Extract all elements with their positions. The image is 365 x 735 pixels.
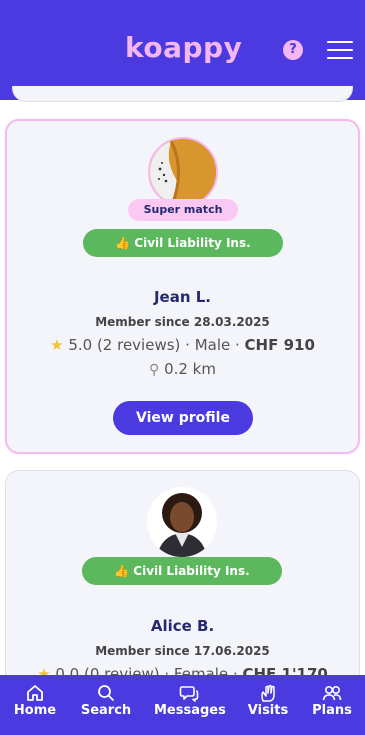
- home-icon: [0, 683, 70, 703]
- nav-messages[interactable]: Messages: [154, 675, 226, 735]
- insurance-badge: 👍 Civil Liability Ins.: [83, 229, 283, 257]
- nav-plans[interactable]: Plans: [297, 675, 365, 735]
- member-since: Member since 17.06.2025: [95, 644, 270, 658]
- thumbs-up-icon: 👍: [115, 236, 131, 250]
- price: CHF 910: [244, 336, 315, 354]
- distance-row: ⚲ 0.2 km: [7, 360, 358, 378]
- hamburger-menu-icon[interactable]: [327, 40, 353, 60]
- provider-card[interactable]: Super match 👍 Civil Liability Ins. Jean L…: [5, 119, 360, 454]
- nav-home-label: Home: [13, 703, 57, 718]
- nav-visits[interactable]: Visits: [233, 675, 303, 735]
- rating: 5.0 (2 reviews): [68, 336, 181, 354]
- search-icon: [71, 683, 141, 703]
- star-icon: ★: [50, 336, 64, 354]
- app-header: koappy ?: [0, 0, 365, 100]
- bottom-navigation: Home Search Messages Visits Plans: [0, 675, 365, 735]
- nav-search[interactable]: Search: [71, 675, 141, 735]
- insurance-label: Civil Liability Ins.: [133, 564, 250, 578]
- gender: Male: [194, 336, 231, 354]
- location-pin-icon: ⚲: [149, 362, 160, 378]
- help-icon[interactable]: ?: [283, 40, 303, 60]
- super-match-badge: Super match: [128, 199, 238, 221]
- plans-icon: [297, 683, 365, 703]
- nav-home[interactable]: Home: [0, 675, 70, 735]
- nav-visits-label: Visits: [247, 703, 289, 718]
- insurance-label: Civil Liability Ins.: [134, 236, 251, 250]
- view-profile-button[interactable]: View profile: [113, 401, 253, 435]
- distance: 0.2 km: [164, 360, 216, 378]
- member-since: Member since 28.03.2025: [95, 315, 270, 329]
- avatar: [148, 137, 218, 207]
- avatar: [147, 487, 217, 557]
- previous-card-edge: [12, 86, 353, 102]
- provider-name: Jean L.: [153, 288, 212, 306]
- nav-messages-label: Messages: [154, 703, 226, 718]
- messages-icon: [154, 683, 224, 703]
- visits-icon: [233, 683, 303, 703]
- insurance-badge: 👍 Civil Liability Ins.: [82, 557, 282, 585]
- app-logo[interactable]: koappy: [125, 31, 242, 64]
- nav-search-label: Search: [80, 703, 132, 718]
- provider-name: Alice B.: [150, 617, 215, 635]
- nav-plans-label: Plans: [312, 703, 352, 718]
- thumbs-up-icon: 👍: [114, 564, 130, 578]
- provider-stats: ★ 5.0 (2 reviews) · Male · CHF 910: [50, 336, 315, 354]
